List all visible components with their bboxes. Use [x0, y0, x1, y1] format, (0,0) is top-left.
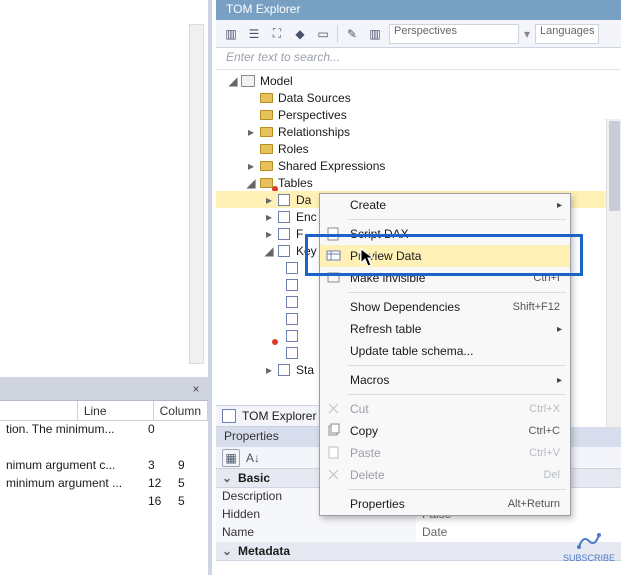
- copy-icon: [326, 423, 342, 439]
- table-icon: [276, 193, 292, 207]
- invisible-icon: [326, 270, 342, 286]
- menu-paste: Paste Ctrl+V: [320, 442, 570, 464]
- tree-node-roles[interactable]: Roles: [216, 140, 621, 157]
- subscribe-badge[interactable]: SUBSCRIBE: [563, 531, 615, 563]
- left-panel: × Line Column tion. The minimum... 0 nim…: [0, 0, 212, 575]
- sort-az-icon[interactable]: A↓: [244, 449, 262, 467]
- script-icon: [326, 226, 342, 242]
- tree-node-shared-expressions[interactable]: ▸ Shared Expressions: [216, 157, 621, 174]
- view-list-icon[interactable]: ▥: [222, 25, 240, 43]
- error-grid-header: Line Column: [0, 401, 208, 421]
- categorize-icon[interactable]: ▦: [222, 449, 240, 467]
- delete-icon: [326, 467, 342, 483]
- cut-icon: [326, 401, 342, 417]
- tab-label: TOM Explorer: [242, 409, 316, 423]
- menu-update-schema[interactable]: Update table schema...: [320, 340, 570, 362]
- table-row[interactable]: nimum argument c... 3 9: [0, 457, 208, 475]
- left-blank-area: [0, 0, 208, 377]
- folder-icon: [258, 91, 274, 105]
- view-stack-icon[interactable]: ☰: [245, 25, 263, 43]
- menu-cut: Cut Ctrl+X: [320, 398, 570, 420]
- menu-delete: Delete Del: [320, 464, 570, 486]
- folder-icon[interactable]: ▭: [314, 25, 332, 43]
- subscribe-label: SUBSCRIBE: [563, 553, 615, 563]
- tree-node-data-sources[interactable]: Data Sources: [216, 89, 621, 106]
- category-metadata[interactable]: ⌄Metadata: [216, 542, 621, 561]
- menu-properties[interactable]: Properties Alt+Return: [320, 493, 570, 515]
- languages-dropdown[interactable]: Languages: [535, 24, 599, 44]
- toolbar: ▥ ☰ ⛶ ◆ ▭ ✎ ▥ Perspectives ▾ Languages: [216, 20, 621, 48]
- panel-title: TOM Explorer: [216, 0, 621, 20]
- table-row[interactable]: minimum argument ... 12 5: [0, 475, 208, 493]
- table-row[interactable]: tion. The minimum... 0: [0, 421, 208, 439]
- preview-icon: [326, 248, 342, 264]
- context-menu: Create Script DAX Preview Data Make invi…: [319, 193, 571, 516]
- menu-make-invisible[interactable]: Make invisible Ctrl+I: [320, 267, 570, 289]
- tree-node-tables[interactable]: ◢ Tables: [216, 174, 621, 191]
- hierarchy-icon[interactable]: ⛶: [268, 25, 286, 43]
- model-icon: [240, 74, 256, 88]
- table-icon: [276, 244, 292, 258]
- columns-icon[interactable]: ▥: [366, 25, 384, 43]
- table-icon: [276, 227, 292, 241]
- error-grid-body: tion. The minimum... 0 nimum argument c.…: [0, 421, 208, 575]
- folder-icon: [258, 142, 274, 156]
- cube-icon[interactable]: ◆: [291, 25, 309, 43]
- table-icon: [222, 409, 236, 423]
- folder-icon: [258, 108, 274, 122]
- menu-refresh-table[interactable]: Refresh table: [320, 318, 570, 340]
- folder-icon: [258, 176, 274, 190]
- perspectives-dropdown[interactable]: Perspectives: [389, 24, 519, 44]
- tree-node-relationships[interactable]: ▸ Relationships: [216, 123, 621, 140]
- search-input[interactable]: Enter text to search...: [216, 48, 621, 70]
- menu-macros[interactable]: Macros: [320, 369, 570, 391]
- col-column[interactable]: Column: [154, 401, 208, 420]
- menu-preview-data[interactable]: Preview Data: [320, 245, 570, 267]
- menu-create[interactable]: Create: [320, 194, 570, 216]
- prop-name[interactable]: Name Date: [216, 524, 621, 542]
- menu-script-dax[interactable]: Script DAX: [320, 223, 570, 245]
- col-line[interactable]: Line: [78, 401, 154, 420]
- left-scrollbar[interactable]: [189, 24, 204, 364]
- left-tool-header: ×: [0, 377, 208, 401]
- folder-icon: [258, 125, 274, 139]
- edit-icon[interactable]: ✎: [343, 25, 361, 43]
- tree-node-perspectives[interactable]: Perspectives: [216, 106, 621, 123]
- table-icon: [276, 363, 292, 377]
- tree-node-model[interactable]: ◢ Model: [216, 72, 621, 89]
- menu-show-dependencies[interactable]: Show Dependencies Shift+F12: [320, 296, 570, 318]
- menu-copy[interactable]: Copy Ctrl+C: [320, 420, 570, 442]
- folder-icon: [258, 159, 274, 173]
- col-desc: [0, 401, 78, 420]
- paste-icon: [326, 445, 342, 461]
- table-icon: [276, 210, 292, 224]
- tree-scrollbar[interactable]: [606, 119, 621, 475]
- close-icon[interactable]: ×: [188, 381, 204, 397]
- table-row[interactable]: 16 5: [0, 493, 208, 511]
